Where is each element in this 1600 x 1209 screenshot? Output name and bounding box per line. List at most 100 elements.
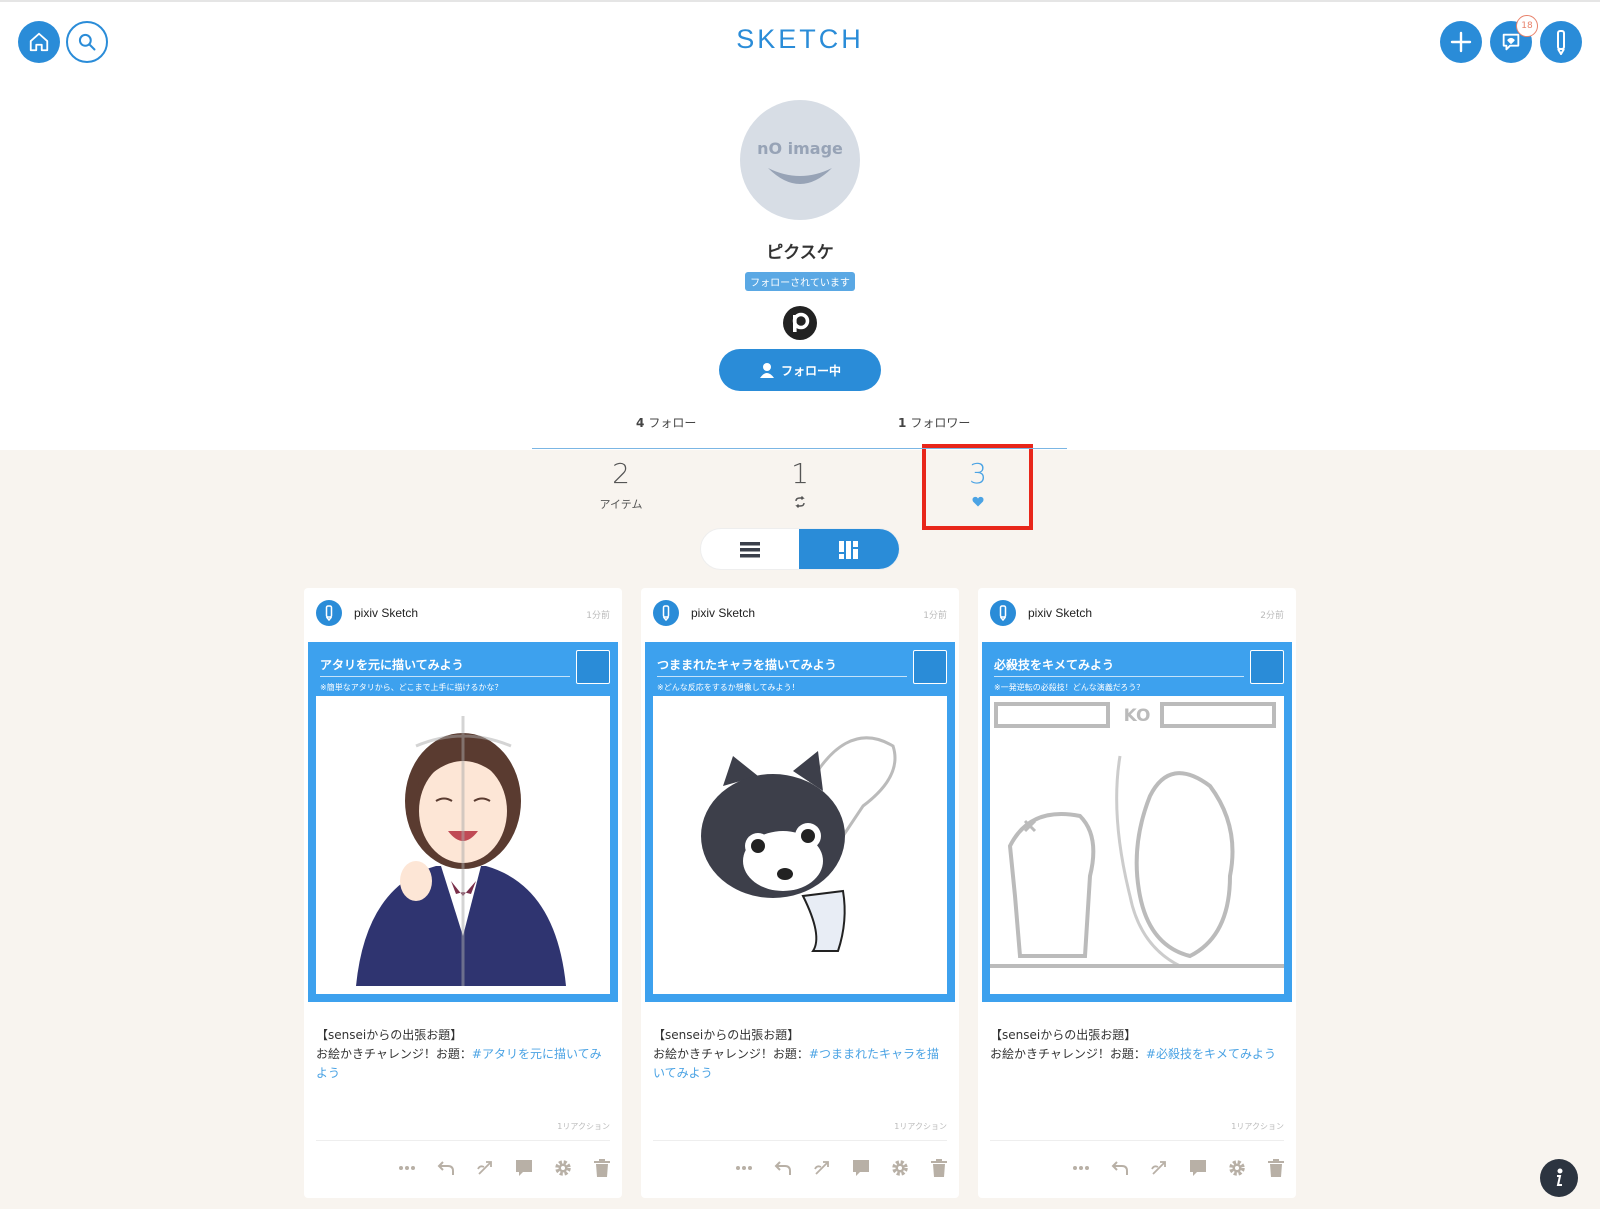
trash-icon (931, 1159, 947, 1177)
delete-button[interactable] (929, 1158, 949, 1178)
delete-button[interactable] (592, 1158, 612, 1178)
post-card[interactable]: pixiv Sketch 1分前 アタリを元に描いてみよう ※簡単なアタリから、… (304, 588, 622, 1198)
drawing-canvas (316, 696, 610, 994)
notification-badge: 18 (1516, 15, 1538, 37)
reply-icon (437, 1161, 454, 1175)
schoolgirl-drawing (356, 716, 566, 986)
gear-icon (1229, 1160, 1245, 1176)
trace-button[interactable] (1149, 1158, 1169, 1178)
grid-icon (839, 541, 858, 559)
post-text-line1: 【senseiからの出張お題】 (653, 1028, 800, 1042)
likes-tab-highlight (922, 444, 1033, 530)
settings-button[interactable] (553, 1158, 573, 1178)
content-area: 2 アイテム 1 3 pixiv Sketch 1分前 アタリを元に描いてみよう… (0, 444, 1600, 1209)
more-button[interactable] (1071, 1158, 1091, 1178)
post-image[interactable]: つままれたキャラを描いてみよう ※どんな反応をするか想像してみよう！ (645, 642, 955, 1002)
more-button[interactable] (397, 1158, 417, 1178)
post-image[interactable]: アタリを元に描いてみよう ※簡単なアタリから、どこまで上手に描けるかな？ (308, 642, 618, 1002)
notifications-button[interactable]: 18 (1490, 15, 1538, 63)
reposts-count: 1 (791, 457, 809, 490)
delete-button[interactable] (1266, 1158, 1286, 1178)
followers-link[interactable]: 1 フォロワー (898, 414, 970, 431)
follow-stats: 4 フォロー 1 フォロワー (532, 414, 1067, 436)
view-toggle (700, 528, 900, 570)
followers-count: 1 (898, 416, 907, 430)
repost-icon (795, 496, 805, 508)
post-card[interactable]: pixiv Sketch 2分前 必殺技をキメてみよう ※一発逆転の必殺技！どん… (978, 588, 1296, 1198)
author-avatar[interactable] (316, 600, 342, 626)
card-actions (397, 1158, 612, 1178)
comment-icon (853, 1160, 869, 1176)
followed-by-badge: フォローされています (745, 272, 855, 291)
reaction-count[interactable]: 1リアクション (894, 1121, 947, 1132)
profile-section: nO image ピクスケ フォローされています フォロー中 4 フォロー 1 フォ… (0, 84, 1600, 450)
post-time: 1分前 (923, 611, 947, 621)
reply-button[interactable] (773, 1158, 793, 1178)
post-image[interactable]: 必殺技をキメてみよう ※一発逆転の必殺技！どんな演義だろう？ KO (982, 642, 1292, 1002)
trash-icon (1268, 1159, 1284, 1177)
gear-icon (555, 1160, 571, 1176)
chat-icon (1502, 33, 1520, 51)
reply-button[interactable] (1110, 1158, 1130, 1178)
info-button[interactable] (1540, 1159, 1578, 1197)
trace-button[interactable] (812, 1158, 832, 1178)
post-card[interactable]: pixiv Sketch 1分前 つままれたキャラを描いてみよう ※どんな反応を… (641, 588, 959, 1198)
avatar[interactable]: nO image (740, 100, 860, 220)
trace-icon (477, 1161, 492, 1175)
sketch-logo-icon (913, 650, 947, 684)
trace-icon (814, 1161, 829, 1175)
card-header: pixiv Sketch 1分前 (316, 600, 610, 628)
settings-button[interactable] (890, 1158, 910, 1178)
my-page-button[interactable] (1540, 21, 1582, 63)
settings-button[interactable] (1227, 1158, 1247, 1178)
drawing-canvas (653, 696, 947, 994)
author-avatar[interactable] (653, 600, 679, 626)
reaction-count[interactable]: 1リアクション (557, 1121, 610, 1132)
more-icon (399, 1166, 415, 1170)
reply-button[interactable] (436, 1158, 456, 1178)
sketch-logo-icon (1250, 650, 1284, 684)
image-subtitle: ※どんな反応をするか想像してみよう！ (657, 683, 800, 692)
grid-view-button[interactable] (799, 529, 899, 569)
pixiv-icon[interactable] (783, 306, 817, 340)
post-time: 1分前 (586, 611, 610, 621)
info-icon (1556, 1168, 1563, 1186)
list-view-button[interactable] (701, 529, 799, 569)
author-avatar[interactable] (990, 600, 1016, 626)
more-button[interactable] (734, 1158, 754, 1178)
fight-scene-drawing: KO (990, 702, 1284, 968)
reaction-count[interactable]: 1リアクション (1231, 1121, 1284, 1132)
more-icon (736, 1166, 752, 1170)
hashtag-link[interactable]: #必殺技をキメてみよう (1146, 1047, 1276, 1061)
following-count: 4 (636, 416, 645, 430)
comment-button[interactable] (1188, 1158, 1208, 1178)
new-post-button[interactable] (1440, 21, 1482, 63)
reply-icon (1111, 1161, 1128, 1175)
author-name[interactable]: pixiv Sketch (1028, 606, 1092, 620)
header: SKETCH 18 (0, 0, 1600, 84)
author-name[interactable]: pixiv Sketch (354, 606, 418, 620)
site-logo[interactable]: SKETCH (0, 24, 1600, 55)
image-subtitle: ※一発逆転の必殺技！どんな演義だろう？ (994, 683, 1145, 692)
trace-icon (1151, 1161, 1166, 1175)
post-text-prefix: お絵かきチャレンジ！お題： (990, 1047, 1146, 1061)
comment-icon (516, 1160, 532, 1176)
card-header: pixiv Sketch 2分前 (990, 600, 1284, 628)
pen-icon (662, 605, 670, 621)
comment-icon (1190, 1160, 1206, 1176)
pen-icon (999, 605, 1007, 621)
trace-button[interactable] (475, 1158, 495, 1178)
comment-button[interactable] (514, 1158, 534, 1178)
tab-reposts[interactable]: 1 (740, 460, 860, 511)
tab-items[interactable]: 2 アイテム (561, 460, 681, 512)
items-count: 2 (612, 457, 630, 490)
image-title: アタリを元に描いてみよう (320, 658, 464, 672)
author-name[interactable]: pixiv Sketch (691, 606, 755, 620)
reply-icon (774, 1161, 791, 1175)
card-header: pixiv Sketch 1分前 (653, 600, 947, 628)
following-link[interactable]: 4 フォロー (636, 414, 696, 431)
post-time: 2分前 (1260, 611, 1284, 621)
following-button[interactable]: フォロー中 (719, 349, 881, 391)
comment-button[interactable] (851, 1158, 871, 1178)
list-icon (740, 542, 760, 558)
